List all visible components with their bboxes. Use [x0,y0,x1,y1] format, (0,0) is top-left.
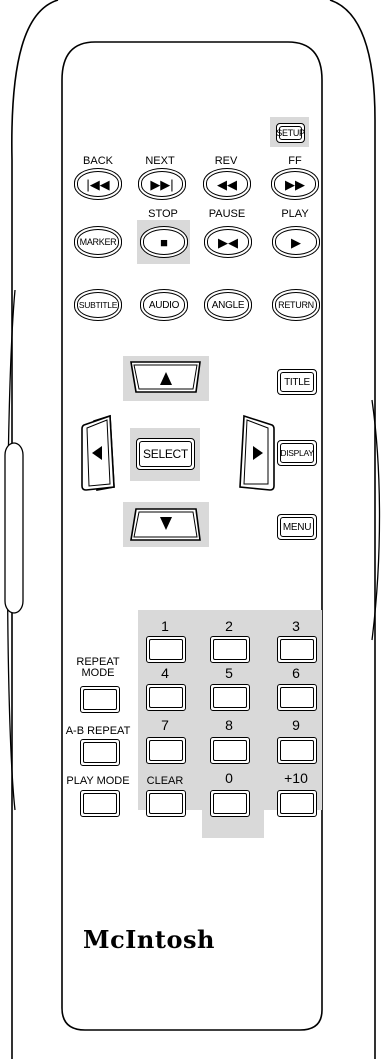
repeat-mode-button[interactable] [80,686,120,713]
digit-5-label: 5 [225,665,233,681]
mcintosh-logo: McIntosh [83,925,215,954]
digit-0-button[interactable] [210,790,250,817]
skip-forward-icon: ▶▶| [150,176,174,192]
select-button[interactable]: SELECT [136,438,195,470]
play-icon: ▶ [291,234,301,250]
skip-back-icon: |◀◀ [86,176,110,192]
digit-8-label: 8 [225,717,233,733]
left-arrow-button[interactable] [81,414,115,491]
digit-4-label: 4 [161,665,169,681]
digit-7-label: 7 [161,717,169,733]
ab-repeat-button[interactable] [80,739,120,766]
digit-5-button[interactable] [210,684,250,711]
plus-10-label: +10 [284,770,308,786]
clear-button[interactable] [146,790,186,817]
play-mode-button[interactable] [80,790,120,817]
digit-4-button[interactable] [146,684,186,711]
digit-8-button[interactable] [210,737,250,764]
digit-3-label: 3 [292,618,300,634]
digit-6-button[interactable] [277,684,317,711]
rewind-icon: ◀◀ [217,176,237,192]
up-arrow-button[interactable] [130,361,201,393]
menu-button[interactable]: MENU [277,514,317,540]
down-arrow-button[interactable] [130,508,201,541]
digit-2-button[interactable] [210,636,250,663]
title-button[interactable]: TITLE [277,369,317,395]
plus-10-button[interactable] [277,790,317,817]
play-mode-label: PLAY MODE [66,775,130,787]
ab-repeat-label: A-B REPEAT [65,725,131,737]
right-arrow-button[interactable] [239,414,275,491]
digit-1-label: 1 [161,618,169,634]
digit-6-label: 6 [292,665,300,681]
digit-9-button[interactable] [277,737,317,764]
digit-0-label: 0 [225,770,233,786]
digit-2-label: 2 [225,618,233,634]
fast-forward-icon: ▶▶ [285,176,305,192]
stop-icon: ■ [160,234,168,250]
digit-9-label: 9 [292,717,300,733]
repeat-mode-label: REPEAT MODE [76,656,120,679]
digit-1-button[interactable] [146,636,186,663]
nav-pad [81,361,275,541]
digit-7-button[interactable] [146,737,186,764]
clear-label: CLEAR [146,775,184,787]
display-button[interactable]: DISPLAY [277,440,317,466]
pause-icon: ▶◀ [218,234,238,250]
digit-3-button[interactable] [277,636,317,663]
